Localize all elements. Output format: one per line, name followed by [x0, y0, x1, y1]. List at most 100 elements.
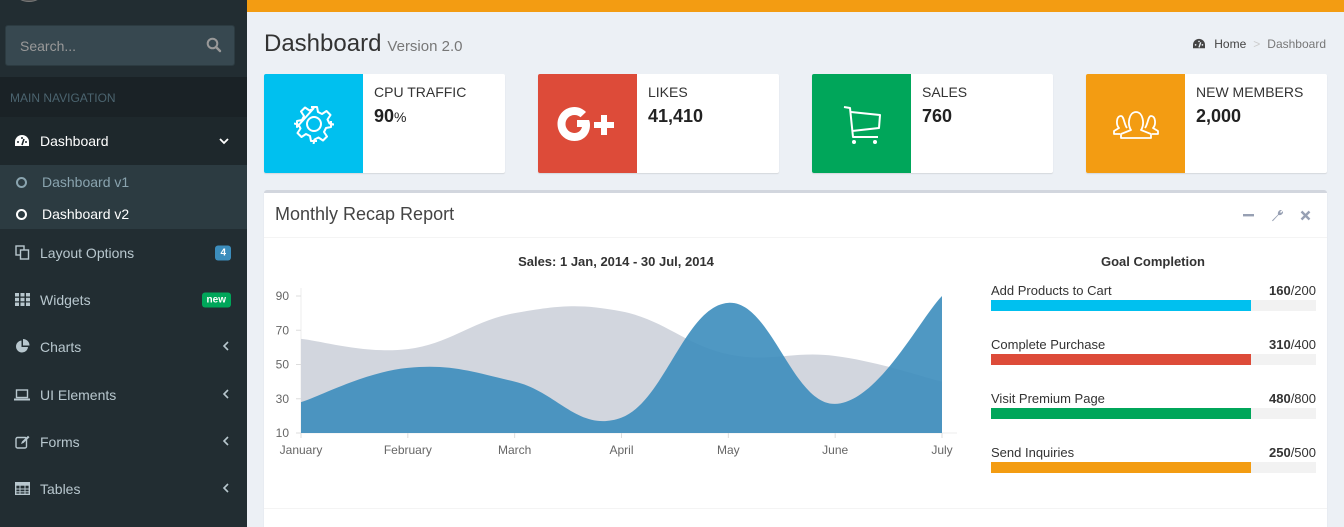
x-tick-label: March	[498, 443, 531, 457]
progress-bar	[991, 462, 1251, 473]
x-tick-label: April	[609, 443, 633, 457]
chevron-left-icon	[222, 482, 229, 496]
sidebar-item-forms[interactable]: Forms	[0, 418, 247, 465]
info-box-number: 90%	[374, 106, 406, 127]
x-tick-label: January	[280, 443, 323, 457]
info-box-number: 41,410	[648, 106, 703, 127]
sidebar-item-dashboard[interactable]: Dashboard	[0, 117, 247, 165]
close-icon[interactable]	[1297, 207, 1313, 223]
dashboard-submenu: Dashboard v1 Dashboard v2	[0, 165, 247, 229]
search-input[interactable]	[6, 26, 196, 65]
goal-completion-title: Goal Completion	[1101, 254, 1205, 269]
dashboard-icon	[1192, 38, 1206, 50]
goal-label: Visit Premium Page	[991, 391, 1105, 406]
info-box-new-members: NEW MEMBERS 2,000	[1086, 74, 1327, 173]
x-tick-label: May	[717, 443, 740, 457]
widgets-badge: new	[201, 292, 231, 307]
laptop-icon	[14, 387, 30, 403]
sidebar-item-label: Forms	[40, 433, 80, 450]
progress-track	[991, 408, 1316, 419]
info-box-label: SALES	[922, 84, 968, 100]
y-tick-label: 30	[276, 392, 290, 406]
sidebar-item-tables[interactable]: Tables	[0, 465, 247, 512]
sidebar: MAIN NAVIGATION Dashboard Dashboard v1 D…	[0, 0, 247, 527]
goal-progress-group: Send Inquiries 250/500	[991, 445, 1316, 475]
top-navbar	[247, 0, 1344, 12]
sidebar-item-label: UI Elements	[40, 386, 117, 403]
sidebar-subitem-dashboard-v1[interactable]: Dashboard v1	[0, 166, 247, 198]
breadcrumb-home-link[interactable]: Home	[1214, 37, 1246, 51]
y-tick-label: 90	[276, 289, 290, 303]
box-tools	[1241, 207, 1313, 223]
info-box-value: 41,410	[648, 106, 704, 126]
goal-progress-group: Add Products to Cart 160/200	[991, 283, 1316, 313]
goal-count: 250/500	[1269, 445, 1316, 460]
nav-header: MAIN NAVIGATION	[0, 77, 247, 117]
goal-label: Add Products to Cart	[991, 283, 1112, 298]
goal-total: /400	[1290, 337, 1316, 352]
google-plus-icon	[538, 74, 637, 173]
goal-progress-group: Visit Premium Page 480/800	[991, 391, 1316, 421]
edit-icon	[14, 434, 30, 450]
dashboard-icon	[14, 133, 30, 149]
users-icon	[1086, 74, 1185, 173]
info-box-cpu-traffic: CPU TRAFFIC 90%	[264, 74, 505, 173]
circle-icon	[16, 208, 27, 220]
info-box-unit: %	[394, 109, 407, 125]
box-title: Monthly Recap Report	[275, 204, 455, 224]
x-tick-label: July	[931, 443, 952, 457]
sidebar-subitem-dashboard-v2[interactable]: Dashboard v2	[0, 198, 247, 230]
chevron-left-icon	[222, 388, 229, 402]
progress-bar	[991, 408, 1251, 419]
shopping-cart-icon	[812, 74, 911, 173]
minus-icon[interactable]	[1241, 207, 1257, 223]
goal-total: /200	[1290, 283, 1316, 298]
table-icon	[14, 481, 30, 497]
info-box-value: 90	[374, 106, 395, 126]
info-box-sales: SALES 760	[812, 74, 1053, 173]
subitem-label: Dashboard v2	[42, 206, 130, 222]
page-subtitle: Version 2.0	[387, 38, 463, 55]
goal-count: 310/400	[1269, 337, 1316, 352]
info-box-label: NEW MEMBERS	[1196, 84, 1304, 100]
info-box-value: 760	[922, 106, 953, 126]
info-box-label: LIKES	[648, 84, 688, 100]
page-title-text: Dashboard	[264, 30, 382, 57]
goal-done: 310	[1268, 337, 1291, 352]
user-avatar[interactable]	[16, 0, 42, 2]
chevron-left-icon	[222, 340, 229, 354]
goal-done: 250	[1268, 445, 1291, 460]
th-icon	[14, 292, 30, 308]
sidebar-item-charts[interactable]: Charts	[0, 323, 247, 370]
chevron-left-icon	[222, 435, 229, 449]
progress-bar	[991, 354, 1251, 365]
sidebar-item-layout-options[interactable]: Layout Options 4	[0, 229, 247, 276]
wrench-icon[interactable]	[1269, 207, 1285, 223]
goal-done: 480	[1268, 391, 1291, 406]
search-icon[interactable]	[206, 37, 222, 53]
subitem-label: Dashboard v1	[42, 174, 130, 190]
sidebar-item-label: Charts	[40, 338, 82, 355]
layout-options-badge: 4	[215, 245, 231, 260]
goal-count: 160/200	[1269, 283, 1316, 298]
box-footer-divider	[264, 508, 1327, 509]
sidebar-item-label: Tables	[40, 480, 81, 497]
info-box-label: CPU TRAFFIC	[374, 84, 467, 100]
progress-track	[991, 354, 1316, 365]
sidebar-item-label: Dashboard	[40, 133, 109, 149]
breadcrumb-current: Dashboard	[1267, 37, 1326, 51]
sidebar-item-ui-elements[interactable]: UI Elements	[0, 371, 247, 418]
breadcrumb-separator: >	[1253, 37, 1261, 51]
sidebar-item-widgets[interactable]: Widgets new	[0, 276, 247, 323]
goal-label: Send Inquiries	[991, 445, 1075, 460]
monthly-recap-report: Monthly Recap Report Sales: 1 Jan, 2014 …	[264, 190, 1327, 527]
circle-icon	[16, 176, 27, 188]
sidebar-item-label: Widgets	[40, 291, 91, 308]
goal-label: Complete Purchase	[991, 337, 1106, 352]
chevron-down-icon	[219, 134, 229, 148]
progress-bar	[991, 300, 1251, 311]
y-tick-label: 70	[276, 323, 290, 337]
chart-title: Sales: 1 Jan, 2014 - 30 Jul, 2014	[518, 254, 714, 269]
x-tick-label: June	[822, 443, 848, 457]
y-tick-label: 10	[276, 426, 290, 440]
